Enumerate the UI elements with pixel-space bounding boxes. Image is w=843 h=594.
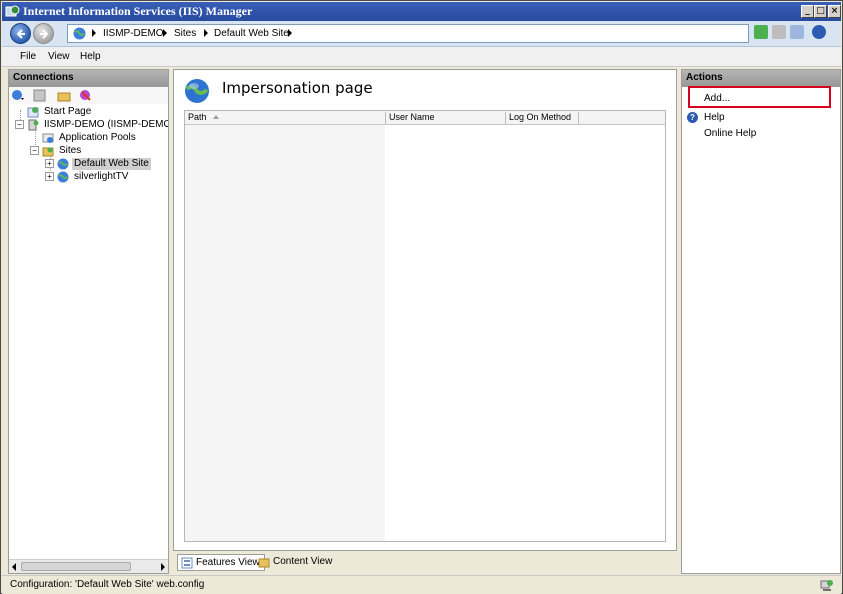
connect-icon[interactable] bbox=[11, 89, 25, 102]
connections-pane: Connections Start Page − IISMP-DEMO (IIS… bbox=[8, 69, 169, 574]
action-add[interactable]: Add... bbox=[704, 93, 730, 104]
menu-view[interactable]: View bbox=[48, 51, 70, 62]
collapse-sites-icon[interactable]: − bbox=[30, 146, 39, 155]
content-view-icon bbox=[258, 558, 270, 568]
action-online-help[interactable]: Online Help bbox=[704, 128, 756, 139]
connections-hscrollbar[interactable] bbox=[9, 559, 168, 573]
application-pools-icon bbox=[42, 133, 54, 143]
crumb-default-web-site[interactable]: Default Web Site bbox=[214, 28, 289, 39]
iis-manager-window: Internet Information Services (IIS) Mana… bbox=[0, 0, 843, 594]
connections-tree: Start Page − IISMP-DEMO (IISMP-DEMO\Admi… bbox=[9, 105, 168, 560]
expand-silverlight-icon[interactable]: + bbox=[45, 172, 54, 181]
maximize-button[interactable]: □ bbox=[814, 5, 827, 18]
address-bar: IISMP-DEMO Sites Default Web Site bbox=[2, 21, 841, 47]
impersonation-grid[interactable]: Path User Name Log On Method bbox=[184, 110, 666, 542]
grid-header: Path User Name Log On Method bbox=[185, 111, 665, 125]
sort-ascending-icon bbox=[212, 115, 219, 119]
actions-pane: Actions Add... ? Help Online Help bbox=[681, 69, 841, 574]
globe-icon bbox=[73, 27, 86, 40]
page-title: Impersonation page bbox=[222, 79, 373, 97]
impersonation-globe-icon bbox=[185, 79, 209, 103]
tab-content-view[interactable]: Content View bbox=[255, 554, 336, 571]
actions-header: Actions bbox=[682, 70, 840, 87]
menu-help[interactable]: Help bbox=[80, 51, 101, 62]
up-folder-icon[interactable] bbox=[57, 89, 71, 102]
action-help[interactable]: Help bbox=[704, 112, 725, 123]
address-box[interactable]: IISMP-DEMO Sites Default Web Site bbox=[67, 24, 749, 43]
sites-folder-icon bbox=[42, 147, 54, 157]
iis-app-icon bbox=[5, 5, 20, 17]
help-dropdown-icon[interactable] bbox=[812, 25, 826, 39]
minimize-button[interactable]: _ bbox=[801, 5, 814, 18]
forward-button[interactable] bbox=[33, 23, 54, 44]
disconnect-icon[interactable] bbox=[79, 89, 93, 102]
features-view-icon bbox=[181, 557, 193, 569]
status-bar: Configuration: 'Default Web Site' web.co… bbox=[2, 575, 841, 594]
stop-icon[interactable] bbox=[772, 25, 786, 39]
back-arrow-icon bbox=[16, 29, 25, 39]
window-title: Internet Information Services (IIS) Mana… bbox=[23, 4, 253, 18]
collapse-server-icon[interactable]: − bbox=[15, 120, 24, 129]
forward-arrow-icon bbox=[40, 29, 49, 39]
title-bar: Internet Information Services (IIS) Mana… bbox=[2, 2, 841, 21]
tab-features-view[interactable]: Features View bbox=[177, 554, 265, 571]
home-icon[interactable] bbox=[790, 25, 804, 39]
column-header-path[interactable]: Path bbox=[185, 112, 386, 124]
column-header-user-name[interactable]: User Name bbox=[386, 112, 506, 124]
crumb-separator-icon bbox=[204, 29, 208, 37]
network-status-icon bbox=[820, 580, 833, 591]
website-globe-icon bbox=[57, 158, 69, 170]
scroll-left-icon[interactable] bbox=[12, 563, 16, 571]
website-globe-icon bbox=[57, 171, 69, 183]
expand-default-site-icon[interactable]: + bbox=[45, 159, 54, 168]
help-icon: ? bbox=[687, 112, 698, 123]
crumb-separator-icon bbox=[92, 29, 96, 37]
scroll-right-icon[interactable] bbox=[161, 563, 165, 571]
menu-file[interactable]: File bbox=[20, 51, 36, 62]
column-header-log-on-method[interactable]: Log On Method bbox=[506, 112, 579, 124]
close-button[interactable]: × bbox=[828, 5, 841, 18]
refresh-icon[interactable] bbox=[754, 25, 768, 39]
crumb-separator-icon bbox=[163, 29, 167, 37]
connections-header: Connections bbox=[9, 70, 168, 87]
start-page-icon bbox=[27, 107, 39, 118]
feature-page: Impersonation page Path User Name Log On… bbox=[173, 69, 677, 551]
back-button[interactable] bbox=[10, 23, 31, 44]
sorted-column-shade bbox=[185, 125, 385, 541]
crumb-sites[interactable]: Sites bbox=[174, 28, 196, 39]
view-tabs: Features View Content View bbox=[173, 552, 677, 573]
scroll-thumb[interactable] bbox=[21, 562, 131, 571]
menu-bar: File View Help bbox=[2, 47, 841, 67]
server-icon bbox=[28, 119, 39, 131]
crumb-server[interactable]: IISMP-DEMO bbox=[103, 28, 164, 39]
connections-toolbar bbox=[9, 87, 168, 104]
save-icon[interactable] bbox=[33, 89, 47, 102]
crumb-separator-icon[interactable] bbox=[288, 29, 292, 37]
status-text: Configuration: 'Default Web Site' web.co… bbox=[10, 579, 205, 590]
